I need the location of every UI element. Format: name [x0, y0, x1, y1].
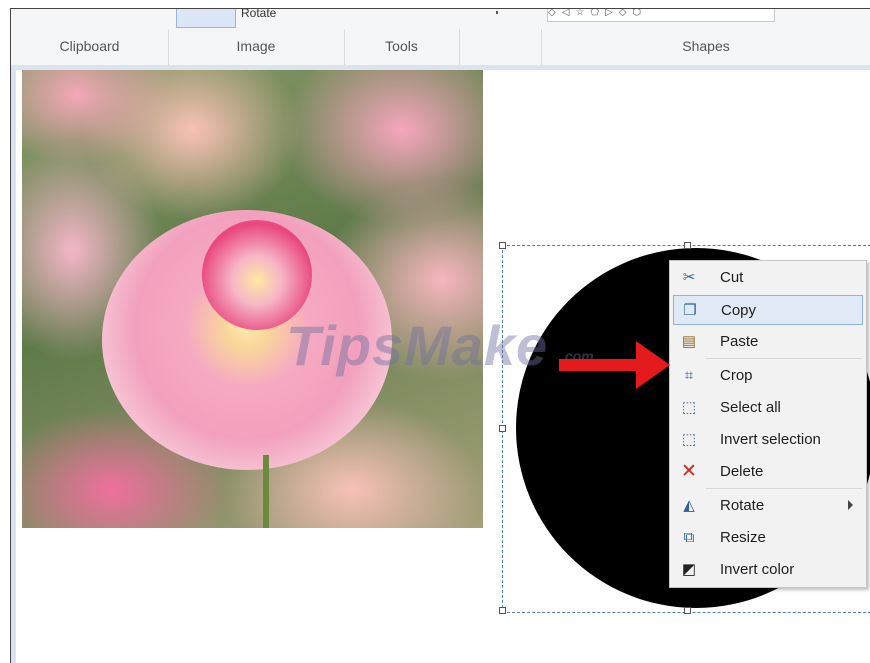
select-all-icon: ⬚	[681, 399, 697, 416]
menu-item-label: Select all	[720, 399, 781, 416]
menu-separator	[706, 488, 862, 489]
drawing-canvas[interactable]: TipsMake .com ✂ Cut ❐ Copy ▤ Paste ⌗ Cro…	[16, 70, 870, 663]
red-arrow-shaft	[559, 359, 639, 371]
ribbon-group-brushes	[459, 29, 542, 65]
rotate-icon: ◭	[683, 497, 695, 514]
rotate-button[interactable]: Rotate	[241, 9, 276, 19]
menu-item-rotate[interactable]: ◭ Rotate	[673, 491, 863, 521]
crop-icon: ⌗	[684, 367, 694, 384]
paste-icon: ▤	[681, 333, 697, 350]
red-arrow-head-icon	[636, 341, 670, 389]
selection-handle-top-left[interactable]	[499, 242, 506, 249]
menu-item-invert-color[interactable]: ◩ Invert color	[673, 555, 863, 585]
group-label-image: Image	[236, 38, 276, 54]
dropdown-tick	[496, 11, 498, 14]
selection-handle-left[interactable]	[499, 425, 506, 432]
flower-stem	[263, 455, 269, 528]
group-label-shapes: Shapes	[682, 38, 730, 54]
group-label-tools: Tools	[385, 38, 418, 54]
delete-x-icon: ✕	[681, 461, 697, 482]
menu-item-label: Delete	[720, 463, 764, 480]
menu-item-label: Copy	[721, 302, 757, 319]
menu-item-crop[interactable]: ⌗ Crop	[673, 361, 863, 391]
menu-item-copy[interactable]: ❐ Copy	[673, 295, 863, 325]
group-label-clipboard: Clipboard	[59, 38, 120, 54]
menu-item-label: Crop	[720, 367, 753, 384]
dahlia-photo	[22, 70, 483, 528]
menu-item-resize[interactable]: ⧉ Resize	[673, 523, 863, 553]
ribbon-group-tools: Tools	[344, 29, 460, 65]
menu-item-label: Invert color	[720, 561, 795, 578]
menu-item-cut[interactable]: ✂ Cut	[673, 263, 863, 293]
scissors-icon: ✂	[682, 269, 696, 286]
selection-handle-bottom-left[interactable]	[499, 607, 506, 614]
menu-item-label: Paste	[720, 333, 759, 350]
menu-item-label: Resize	[720, 529, 766, 546]
paint-window: Rotate ◇◁☆⬠▷◇⬡ Clipboard Image Tools Sha…	[10, 8, 870, 663]
invert-color-icon: ◩	[681, 561, 697, 578]
canvas-workspace: TipsMake .com ✂ Cut ❐ Copy ▤ Paste ⌗ Cro…	[11, 65, 870, 663]
menu-item-label: Cut	[720, 269, 744, 286]
menu-item-paste[interactable]: ▤ Paste	[673, 327, 863, 357]
watermark-text: TipsMake	[286, 314, 549, 377]
menu-separator	[706, 358, 862, 359]
select-tool-button[interactable]	[176, 9, 236, 28]
menu-item-label: Invert selection	[720, 431, 821, 448]
menu-item-delete[interactable]: ✕ Delete	[673, 457, 863, 487]
menu-item-invert-selection[interactable]: ⬚ Invert selection	[673, 425, 863, 455]
ribbon-group-shapes: Shapes	[541, 29, 870, 65]
ribbon: Rotate ◇◁☆⬠▷◇⬡ Clipboard Image Tools Sha…	[11, 9, 870, 66]
invert-selection-icon: ⬚	[681, 431, 697, 448]
ribbon-controls-strip: Rotate ◇◁☆⬠▷◇⬡	[11, 9, 870, 29]
shapes-gallery[interactable]: ◇◁☆⬠▷◇⬡	[547, 9, 775, 22]
context-menu: ✂ Cut ❐ Copy ▤ Paste ⌗ Crop ⬚ Select all…	[669, 260, 867, 588]
resize-icon: ⧉	[683, 529, 695, 546]
selection-handle-bottom[interactable]	[684, 607, 691, 614]
submenu-arrow-icon	[848, 500, 853, 510]
menu-item-select-all[interactable]: ⬚ Select all	[673, 393, 863, 423]
copy-icon: ❐	[683, 302, 697, 319]
menu-item-label: Rotate	[720, 497, 765, 514]
ribbon-group-clipboard: Clipboard	[11, 29, 169, 65]
ribbon-group-image: Image	[168, 29, 345, 65]
selection-handle-top[interactable]	[684, 242, 691, 249]
